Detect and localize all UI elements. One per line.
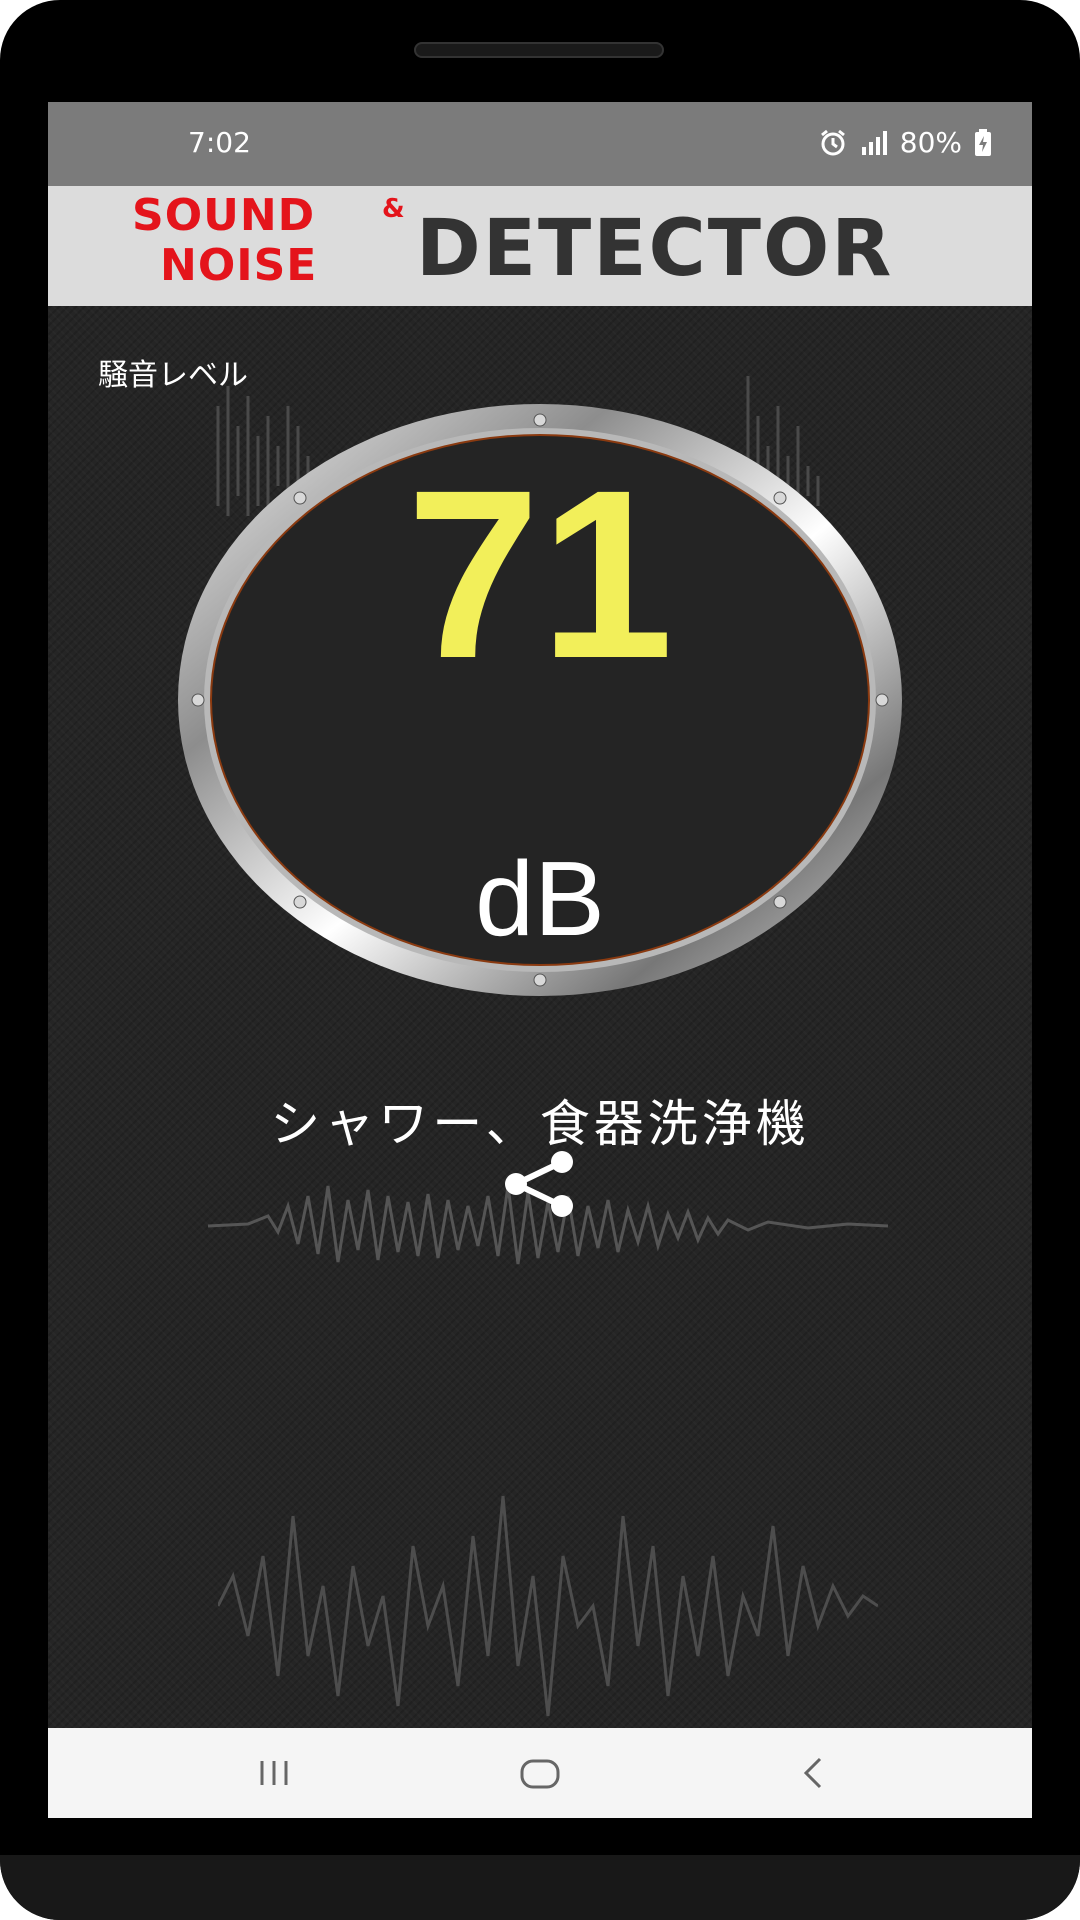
background-waveform-bottom <box>218 1495 878 1717</box>
back-icon[interactable] <box>784 1753 844 1793</box>
battery-percent: 80% <box>899 126 962 159</box>
share-icon[interactable] <box>500 1150 580 1218</box>
logo-sound: SOUND <box>132 190 316 241</box>
signal-icon <box>861 130 887 155</box>
phone-chin <box>0 1855 1080 1920</box>
battery-charging-icon <box>975 128 991 156</box>
recent-apps-icon[interactable] <box>244 1753 304 1793</box>
status-time: 7:02 <box>188 126 251 159</box>
noise-description: シャワー、食器洗浄機 <box>270 1095 810 1153</box>
logo-detector: DETECTOR <box>416 204 894 294</box>
logo-noise: NOISE <box>160 240 318 291</box>
app-header-banner: SOUND & NOISE DETECTOR <box>48 186 1032 306</box>
alarm-icon <box>820 129 845 155</box>
decibel-value: 71 <box>406 440 674 708</box>
logo-ampersand: & <box>382 194 405 224</box>
noise-level-label: 騒音レベル <box>98 358 248 393</box>
speaker-grille <box>414 42 664 58</box>
status-icons: 80% <box>818 126 992 159</box>
decibel-unit: dB <box>475 840 605 958</box>
status-bar: 7:02 80% <box>48 102 1032 186</box>
phone-frame: 7:02 80% SOUND & NOISE DETECTOR 騒音レベル 71… <box>0 0 1080 1920</box>
home-icon[interactable] <box>510 1753 570 1793</box>
system-nav-bar <box>48 1728 1032 1818</box>
main-panel: 騒音レベル 71 dB シャワー、食器洗浄機 <box>48 306 1032 1728</box>
screen: 7:02 80% SOUND & NOISE DETECTOR 騒音レベル 71… <box>48 102 1032 1818</box>
